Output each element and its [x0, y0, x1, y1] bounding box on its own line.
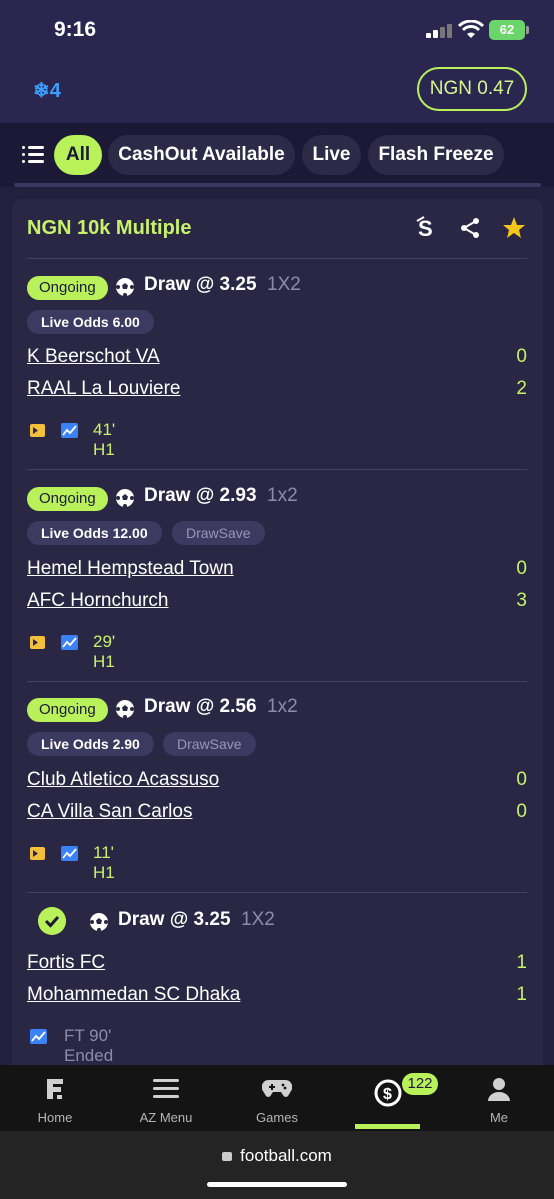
nav-me[interactable]: Me: [444, 1065, 554, 1131]
nav-games[interactable]: Games: [222, 1065, 332, 1131]
live-stream-icon[interactable]: [30, 847, 45, 860]
gamepad-icon: [262, 1079, 292, 1097]
filter-chip-all[interactable]: All: [54, 135, 102, 175]
stats-graph-icon[interactable]: [61, 846, 78, 861]
lock-icon: [222, 1152, 233, 1161]
match-time: 11' H1: [93, 843, 115, 882]
match-time: 29' H1: [93, 632, 116, 671]
home-score: 0: [516, 558, 527, 579]
filter-chip-cashout[interactable]: CashOut Available: [108, 135, 295, 175]
stats-graph-icon[interactable]: [61, 423, 78, 438]
drawsave-tag: DrawSave: [163, 732, 256, 756]
market-label: 1x2: [267, 696, 298, 717]
list-menu-icon[interactable]: [22, 145, 44, 165]
bottom-nav: Home AZ Menu Games $ Me: [0, 1065, 554, 1131]
divider: [27, 892, 527, 893]
share-icon[interactable]: [458, 215, 482, 241]
away-score: 1: [516, 984, 527, 1005]
pick-label: Draw @ 2.93: [144, 485, 257, 506]
home-team-link[interactable]: Hemel Hempstead Town: [27, 558, 234, 580]
home-team-link[interactable]: Fortis FC: [27, 952, 105, 974]
match-time: 41' H1: [93, 420, 116, 459]
home-team-link[interactable]: K Beerschot VA: [27, 346, 160, 368]
nav-az-menu[interactable]: AZ Menu: [111, 1065, 221, 1131]
stats-graph-icon[interactable]: [61, 635, 78, 650]
away-team-link[interactable]: CA Villa San Carlos: [27, 801, 192, 823]
drawsave-tag: DrawSave: [172, 521, 265, 545]
live-odds-tag: Live Odds 2.90: [27, 732, 154, 756]
open-bets-count-badge: 122: [402, 1073, 438, 1095]
away-score: 3: [516, 590, 527, 611]
live-stream-icon[interactable]: [30, 424, 45, 437]
freeze-count: 4: [49, 80, 61, 102]
soccer-ball-icon: [116, 278, 134, 297]
market-label: 1x2: [267, 485, 298, 506]
status-badge: Ongoing: [27, 276, 108, 300]
star-icon[interactable]: [502, 215, 526, 241]
home-score: 1: [516, 952, 527, 973]
browser-url-bar[interactable]: football.com: [0, 1131, 554, 1199]
match-time: FT 90' Ended: [64, 1026, 114, 1065]
url-text: football.com: [240, 1146, 332, 1165]
pick-label: Draw @ 2.56: [144, 696, 257, 717]
home-team-link[interactable]: Club Atletico Acassuso: [27, 769, 219, 791]
status-time: 9:16: [54, 18, 97, 41]
away-team-link[interactable]: Mohammedan SC Dhaka: [27, 984, 240, 1006]
svg-text:$: $: [383, 1086, 392, 1103]
battery-icon: 62: [489, 20, 529, 40]
nav-home-label: Home: [37, 1110, 73, 1125]
home-score: 0: [516, 769, 527, 790]
soccer-ball-icon: [116, 489, 134, 508]
nav-games-label: Games: [256, 1110, 298, 1125]
open-bets-icon: $: [374, 1079, 402, 1107]
filter-chip-live[interactable]: Live: [302, 135, 361, 175]
soccer-ball-icon: [90, 913, 108, 932]
bet-title: NGN 10k Multiple: [27, 217, 192, 239]
away-team-link[interactable]: RAAL La Louviere: [27, 378, 181, 400]
scroll-indicator: [14, 183, 541, 187]
status-badge: Ongoing: [27, 698, 108, 722]
pick-label: Draw @ 3.25: [144, 274, 257, 295]
nav-active-indicator: [355, 1124, 420, 1129]
wifi-icon: [458, 20, 484, 38]
balance-button[interactable]: NGN 0.47: [417, 67, 527, 111]
live-odds-tag: Live Odds 6.00: [27, 310, 154, 334]
top-header: ❄4 NGN 0.47: [0, 58, 554, 123]
signal-icon: [426, 24, 452, 38]
divider: [27, 258, 527, 259]
flash-freeze-counter[interactable]: ❄4: [33, 78, 61, 103]
market-label: 1X2: [241, 909, 275, 930]
user-icon: [488, 1078, 510, 1101]
stats-graph-icon[interactable]: [30, 1029, 47, 1044]
market-label: 1X2: [267, 274, 301, 295]
nav-home[interactable]: Home: [0, 1065, 110, 1131]
nav-me-label: Me: [489, 1110, 509, 1125]
filter-bar: All CashOut Available Live Flash Freeze: [0, 123, 554, 187]
status-badge: Ongoing: [27, 487, 108, 511]
pick-label: Draw @ 3.25: [118, 909, 231, 930]
soccer-ball-icon: [116, 700, 134, 719]
live-odds-tag: Live Odds 12.00: [27, 521, 162, 545]
bet-card[interactable]: NGN 10k Multiple S Ongoing Draw @ 3.25 1…: [12, 199, 543, 1079]
away-score: 2: [516, 378, 527, 399]
home-indicator[interactable]: [207, 1182, 347, 1187]
won-check-icon: [38, 907, 66, 935]
sporty-s-icon[interactable]: S: [415, 215, 439, 241]
home-score: 0: [516, 346, 527, 367]
snowflake-icon: ❄: [33, 80, 50, 102]
divider: [27, 469, 527, 470]
status-bar: 9:16 62: [0, 0, 554, 58]
menu-icon: [153, 1079, 179, 1098]
filter-chip-flash-freeze[interactable]: Flash Freeze: [368, 135, 504, 175]
away-score: 0: [516, 801, 527, 822]
nav-az-label: AZ Menu: [139, 1110, 193, 1125]
live-stream-icon[interactable]: [30, 636, 45, 649]
divider: [27, 681, 527, 682]
football-logo-icon: [47, 1079, 63, 1099]
away-team-link[interactable]: AFC Hornchurch: [27, 590, 169, 612]
